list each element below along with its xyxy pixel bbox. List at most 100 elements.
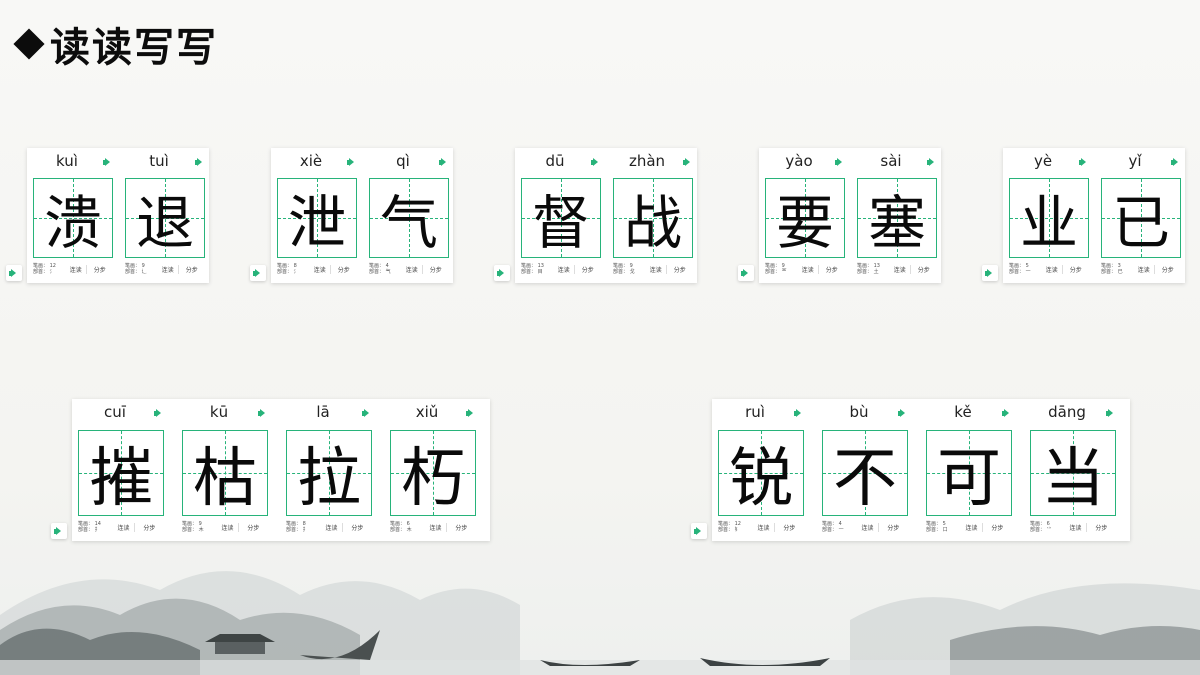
step-button[interactable]: 分步 [186,265,202,274]
stroke-info: 笔画： 9 部首： 戈 [613,263,635,275]
writing-grid: 枯 [182,430,268,516]
character-card: dū 督笔画： 13 部首： 目连读 分步 zhàn 战笔画： 9 部首： 戈连读 分步 [515,148,697,283]
speaker-icon[interactable] [466,409,475,418]
play-all-button[interactable] [6,265,22,281]
stroke-info: 笔画： 13 部首： 土 [857,263,880,275]
writing-grid: 退 [125,178,205,258]
writing-grid: 塞 [857,178,937,258]
pinyin-label: ruì [745,403,765,421]
stroke-info: 笔画： 12 部首： 氵 [33,263,56,275]
step-button[interactable]: 分步 [582,265,598,274]
speaker-icon[interactable] [154,409,163,418]
speaker-icon[interactable] [898,409,907,418]
hanzi-character: 泄 [287,189,346,257]
continuous-read-button[interactable]: 连读 [894,265,911,274]
diamond-bullet-icon [14,29,44,59]
continuous-read-button[interactable]: 连读 [802,265,819,274]
character-card: yào 要笔画： 9 部首： 覀连读 分步 sài 塞笔画： 13 部首： 土连读 分步 [759,148,941,283]
pinyin-label: yè [1033,152,1053,170]
speaker-icon[interactable] [439,158,448,167]
pinyin-label: dū [545,152,565,170]
writing-grid: 拉 [286,430,372,516]
speaker-icon[interactable] [835,158,844,167]
speaker-icon[interactable] [1002,409,1011,418]
speaker-icon[interactable] [362,409,371,418]
pinyin-label: yǐ [1128,152,1142,170]
speaker-icon[interactable] [347,158,356,167]
speaker-icon[interactable] [1171,158,1180,167]
writing-grid: 气 [369,178,449,258]
character-card: kuì 溃笔画： 12 部首： 氵连读 分步 tuì 退笔画： 9 部首： 辶连读 分步 [27,148,209,283]
hanzi-character: 可 [937,442,1001,516]
speaker-icon[interactable] [927,158,936,167]
hanzi-character: 战 [623,189,682,257]
writing-grid: 摧 [78,430,164,516]
title-text: 读读写写 [50,24,218,71]
hanzi-character: 要 [775,189,834,257]
hanzi-character: 退 [135,189,194,257]
continuous-read-button[interactable]: 连读 [650,265,667,274]
speaker-icon [985,269,994,278]
pinyin-label: tuì [149,152,169,170]
hanzi-character: 督 [531,189,590,257]
step-button[interactable]: 分步 [94,265,110,274]
writing-grid: 战 [613,178,693,258]
pinyin-label: kuì [56,152,78,170]
speaker-icon[interactable] [683,158,692,167]
speaker-icon[interactable] [591,158,600,167]
speaker-icon [741,269,750,278]
writing-grid: 业 [1009,178,1089,258]
writing-grid: 已 [1101,178,1181,258]
character-card: xiè 泄笔画： 8 部首： 氵连读 分步 qì 气笔画： 4 部首： 气连读 分步 [271,148,453,283]
speaker-icon [9,269,18,278]
stroke-info: 笔画： 13 部首： 目 [521,263,544,275]
continuous-read-button[interactable]: 连读 [1046,265,1063,274]
play-all-button[interactable] [250,265,266,281]
speaker-icon[interactable] [1106,409,1115,418]
play-all-button[interactable] [982,265,998,281]
step-button[interactable]: 分步 [338,265,354,274]
speaker-icon [253,269,262,278]
stroke-info: 笔画： 4 部首： 气 [369,263,391,275]
hanzi-character: 枯 [193,442,257,516]
play-all-button[interactable] [494,265,510,281]
continuous-read-button[interactable]: 连读 [558,265,575,274]
step-button[interactable]: 分步 [1070,265,1086,274]
pinyin-label: yào [785,152,813,170]
step-button[interactable]: 分步 [1162,265,1178,274]
step-button[interactable]: 分步 [674,265,690,274]
speaker-icon[interactable] [1079,158,1088,167]
stroke-info: 笔画： 8 部首： 氵 [277,263,299,275]
writing-grid: 要 [765,178,845,258]
speaker-icon[interactable] [103,158,112,167]
pinyin-label: lā [316,403,330,421]
writing-grid: 当 [1030,430,1116,516]
step-button[interactable]: 分步 [430,265,446,274]
speaker-icon[interactable] [258,409,267,418]
continuous-read-button[interactable]: 连读 [162,265,179,274]
writing-grid: 督 [521,178,601,258]
speaker-icon[interactable] [195,158,204,167]
writing-grid: 可 [926,430,1012,516]
stroke-info: 笔画： 9 部首： 覀 [765,263,787,275]
step-button[interactable]: 分步 [918,265,934,274]
pinyin-label: zhàn [628,152,666,170]
step-button[interactable]: 分步 [826,265,842,274]
play-all-button[interactable] [738,265,754,281]
hanzi-character: 当 [1041,442,1105,516]
pinyin-label: qì [396,152,410,170]
continuous-read-button[interactable]: 连读 [314,265,331,274]
writing-grid: 朽 [390,430,476,516]
stroke-info: 笔画： 3 部首： 已 [1101,263,1123,275]
continuous-read-button[interactable]: 连读 [70,265,87,274]
hanzi-character: 已 [1111,189,1170,257]
pinyin-label: sài [880,152,902,170]
pinyin-label: cuī [104,403,126,421]
stroke-info: 笔画： 9 部首： 辶 [125,263,147,275]
speaker-icon[interactable] [794,409,803,418]
continuous-read-button[interactable]: 连读 [1138,265,1155,274]
hanzi-character: 拉 [297,442,361,516]
stroke-info: 笔画： 5 部首： 一 [1009,263,1031,275]
hanzi-character: 不 [833,442,897,516]
continuous-read-button[interactable]: 连读 [406,265,423,274]
